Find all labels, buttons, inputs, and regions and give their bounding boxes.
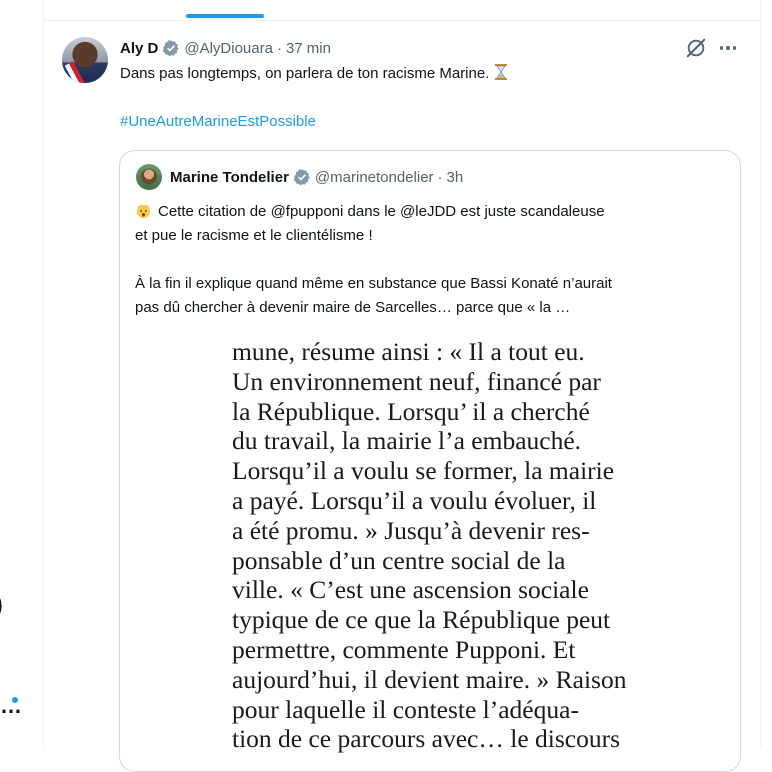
unread-dot-icon	[12, 697, 18, 703]
sidebar-fragment-dots: …	[0, 693, 23, 718]
excerpt-line: permettre, commente Pupponi. Et	[232, 634, 576, 664]
tweet-header: Aly D @AlyDiouara · 37 min	[120, 38, 331, 58]
excerpt-line: Lorsqu’il a voulu se former, la mairie	[232, 456, 615, 486]
excerpt-line: a payé. Lorsqu’il a voulu évoluer, il	[232, 485, 597, 515]
excerpt-line: ville. « C’est une ascension sociale	[232, 575, 589, 605]
sidebar-edge	[0, 0, 44, 747]
excerpt-line: a été promu. » Jusqu’à devenir res-	[232, 515, 590, 545]
quoted-line-4: pas dû chercher à devenir maire de Sarce…	[135, 299, 571, 316]
tweet-text: Dans pas longtemps, on parlera de ton ra…	[120, 64, 508, 84]
hourglass-icon	[495, 64, 508, 80]
column-border-right	[760, 0, 761, 747]
quoted-image[interactable]: mune, résume ainsi : « Il a tout eu. Un …	[120, 329, 740, 771]
exploding-head-icon	[136, 204, 151, 219]
excerpt-line: Un environnement neuf, financé par	[232, 366, 601, 396]
verified-badge-icon[interactable]	[162, 39, 180, 57]
excerpt-line: aujourd’hui, il devient maire. » Raison	[232, 664, 627, 694]
excerpt-line: tion de ce parcours avec… le discours	[232, 724, 621, 754]
tweet-time[interactable]: 37 min	[286, 40, 331, 57]
quoted-avatar[interactable]	[136, 164, 162, 190]
quoted-tweet-card[interactable]: Marine Tondelier @marinetondelier · 3h C…	[119, 150, 741, 772]
excerpt-line: pour laquelle il conteste l’adéqua-	[232, 694, 579, 724]
quoted-tweet-header: Marine Tondelier @marinetondelier · 3h	[170, 167, 463, 187]
quoted-author-handle[interactable]: @marinetondelier	[315, 169, 434, 186]
column-border-left	[43, 0, 44, 747]
tweet-body: Dans pas longtemps, on parlera de ton ra…	[120, 65, 490, 82]
excerpt-line: la République. Lorsqu’ il a cherché	[232, 396, 590, 426]
verified-badge-icon[interactable]	[293, 168, 311, 186]
active-tab-indicator	[186, 14, 264, 18]
divider	[44, 20, 760, 21]
excerpt-line: du travail, la mairie l’a embauché.	[232, 426, 582, 456]
separator-dot: ·	[276, 39, 282, 57]
sash-graphic	[62, 61, 86, 83]
quoted-tweet-text: Cette citation de @fpupponi dans le @leJ…	[135, 200, 735, 320]
grok-icon[interactable]	[685, 37, 707, 59]
quoted-tweet-time[interactable]: 3h	[447, 169, 464, 186]
excerpt-line: ponsable d’un centre social de la	[232, 545, 566, 575]
hashtag-link[interactable]: #UneAutreMarineEstPossible	[120, 112, 316, 132]
quoted-line-1: Cette citation de @fpupponi dans le @leJ…	[135, 200, 735, 224]
avatar[interactable]	[62, 37, 108, 83]
author-handle[interactable]: @AlyDiouara	[184, 40, 273, 57]
quoted-line-1-text: Cette citation de @fpupponi dans le @leJ…	[158, 203, 605, 220]
excerpt-line: typique de ce que la République peut	[232, 605, 611, 635]
author-name[interactable]: Aly D	[120, 40, 158, 57]
sidebar-fragment-paren: )	[0, 588, 3, 620]
more-options-icon[interactable]	[717, 37, 739, 59]
excerpt-line: mune, résume ainsi : « Il a tout eu.	[232, 337, 585, 366]
quoted-line-2: et pue le racisme et le clientélisme !	[135, 227, 373, 244]
quoted-line-3: À la fin il explique quand même en subst…	[135, 275, 612, 292]
quoted-author-name[interactable]: Marine Tondelier	[170, 169, 289, 186]
separator-dot: ·	[437, 168, 443, 186]
newspaper-excerpt: mune, résume ainsi : « Il a tout eu. Un …	[232, 337, 632, 754]
